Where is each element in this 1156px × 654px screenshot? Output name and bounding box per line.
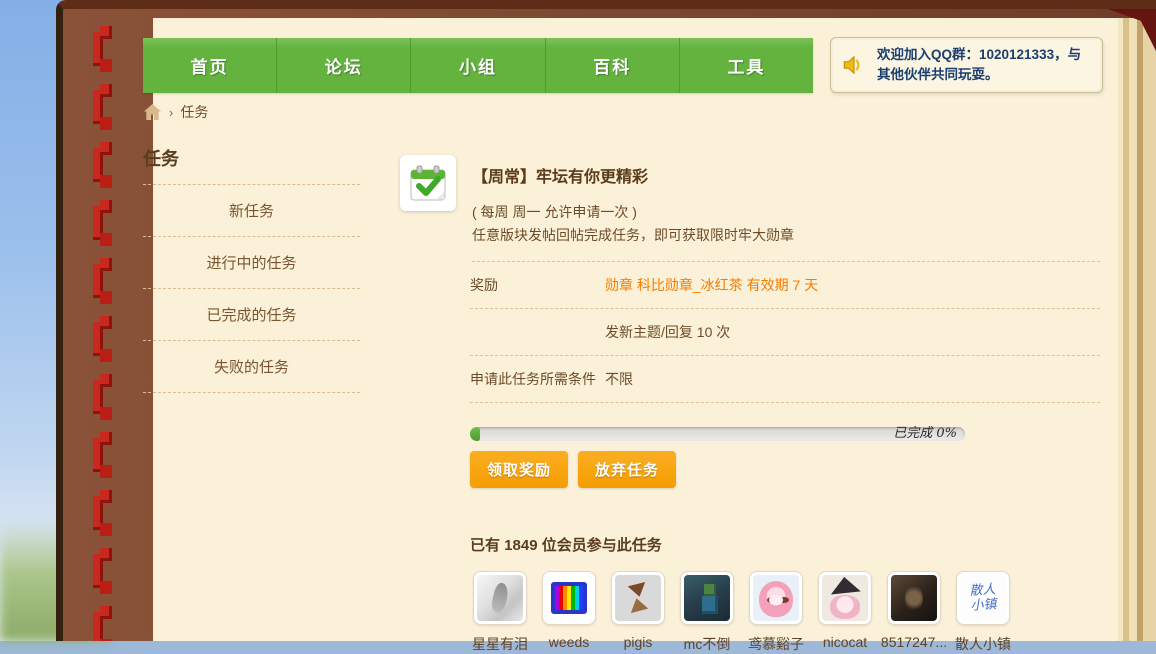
binder-ring (92, 606, 114, 641)
breadcrumb-current: 任务 (180, 102, 208, 122)
detail-value: 不限 (605, 369, 633, 389)
binder-rings (92, 26, 116, 641)
task-schedule-note: ( 每周 周一 允许申请一次 ) (472, 201, 794, 224)
binder-ring (92, 490, 114, 536)
task-header: 【周常】牢坛有你更精彩 ( 每周 周一 允许申请一次 ) 任意版块发帖回帖完成任… (400, 155, 1100, 247)
member-name[interactable]: nicocat (823, 634, 867, 650)
detail-row: 奖励 勋章 科比勋章_冰红茶 有效期 7 天 (470, 262, 1100, 309)
detail-value: 发新主题/回复 10 次 (605, 322, 730, 342)
member-item[interactable]: 散人小镇 散人小镇 (953, 571, 1013, 654)
detail-value: 勋章 科比勋章_冰红茶 有效期 7 天 (605, 275, 818, 295)
task-actions: 领取奖励 放弃任务 (470, 451, 1100, 488)
breadcrumb: › 任务 (143, 102, 208, 122)
detail-label: 奖励 (470, 275, 605, 295)
binder-ring (92, 316, 114, 362)
avatar-image[interactable] (477, 575, 523, 621)
main-nav: 首页 论坛 小组 百科 工具 (143, 38, 813, 93)
avatar-card[interactable] (542, 571, 596, 625)
nav-tab[interactable]: 工具 (680, 38, 813, 93)
qq-announcement: 欢迎加入QQ群：1020121333，与其他伙伴共同玩耍。 (830, 37, 1103, 93)
sidebar-item[interactable]: 进行中的任务 (143, 237, 360, 289)
binder-ring (92, 374, 114, 420)
chevron-separator: › (169, 105, 173, 120)
abandon-task-button[interactable]: 放弃任务 (578, 451, 676, 488)
avatar-card[interactable] (818, 571, 872, 625)
binder-ring (92, 258, 114, 304)
avatar-card[interactable] (887, 571, 941, 625)
member-item[interactable]: 星星有泪 (470, 571, 530, 654)
member-list: 星星有泪 weeds (470, 571, 1100, 654)
binder-ring (92, 142, 114, 188)
avatar-image[interactable] (753, 575, 799, 621)
sidebar-items: 新任务 进行中的任务 已完成的任务 失败的任务 (143, 185, 360, 393)
progress-fill (470, 427, 480, 441)
task-calendar-icon (400, 155, 456, 211)
member-name[interactable]: pigis (624, 634, 653, 650)
member-name[interactable]: 散人小镇 (955, 634, 1011, 654)
task-sidebar: 任务 新任务 进行中的任务 已完成的任务 失败的任务 (143, 145, 360, 393)
member-item[interactable]: 8517247... (884, 571, 944, 654)
book-page-edges (1118, 18, 1156, 641)
detail-row: 发新主题/回复 10 次 (470, 309, 1100, 356)
nav-tab[interactable]: 首页 (143, 38, 277, 93)
avatar-image[interactable] (546, 575, 592, 621)
member-item[interactable]: pigis (608, 571, 668, 654)
avatar-image[interactable] (822, 575, 868, 621)
member-item[interactable]: nicocat (815, 571, 875, 654)
avatar-card[interactable] (680, 571, 734, 625)
task-detail-panel: 【周常】牢坛有你更精彩 ( 每周 周一 允许申请一次 ) 任意版块发帖回帖完成任… (400, 155, 1100, 654)
member-name[interactable]: 8517247... (881, 634, 947, 650)
detail-label (470, 322, 605, 342)
sidebar-title: 任务 (143, 145, 360, 185)
task-description: 任意版块发帖回帖完成任务，即可获取限时牢大勋章 (472, 224, 794, 247)
detail-row: 申请此任务所需条件 不限 (470, 356, 1100, 403)
sidebar-item[interactable]: 已完成的任务 (143, 289, 360, 341)
member-name[interactable]: 星星有泪 (472, 634, 528, 654)
avatar-image[interactable] (684, 575, 730, 621)
avatar-card[interactable] (473, 571, 527, 625)
nav-tab[interactable]: 论坛 (277, 38, 411, 93)
sidebar-item[interactable]: 新任务 (143, 185, 360, 237)
task-title: 【周常】牢坛有你更精彩 (472, 163, 794, 187)
member-name[interactable]: 鸢慕谿子 (748, 634, 804, 654)
avatar-image[interactable] (891, 575, 937, 621)
avatar-image[interactable]: 散人小镇 (960, 575, 1006, 621)
binder-ring (92, 84, 114, 130)
home-icon[interactable] (143, 103, 162, 121)
task-details-table: 奖励 勋章 科比勋章_冰红茶 有效期 7 天 发新主题/回复 10 次 申请此任… (470, 262, 1100, 403)
binder-ring (92, 26, 114, 72)
sidebar-item[interactable]: 失败的任务 (143, 341, 360, 393)
member-item[interactable]: 鸢慕谿子 (746, 571, 806, 654)
avatar-card[interactable] (611, 571, 665, 625)
nav-tab[interactable]: 小组 (411, 38, 545, 93)
progress-label: 已完成 0% (893, 427, 957, 441)
task-text: 【周常】牢坛有你更精彩 ( 每周 周一 允许申请一次 ) 任意版块发帖回帖完成任… (472, 155, 794, 247)
claim-reward-button[interactable]: 领取奖励 (470, 451, 568, 488)
participants-section: 已有 1849 位会员参与此任务 星星有泪 (470, 534, 1100, 654)
qq-announcement-text: 欢迎加入QQ群：1020121333，与其他伙伴共同玩耍。 (877, 45, 1092, 84)
progress-bar: 已完成 0% (470, 427, 965, 441)
binder-ring (92, 200, 114, 246)
avatar-card[interactable] (749, 571, 803, 625)
nav-tab[interactable]: 百科 (546, 38, 680, 93)
binder-ring (92, 432, 114, 478)
member-name[interactable]: mc不倒 (684, 634, 731, 654)
detail-label: 申请此任务所需条件 (470, 369, 605, 389)
member-item[interactable]: mc不倒 (677, 571, 737, 654)
speaker-icon (841, 52, 867, 78)
participants-summary: 已有 1849 位会员参与此任务 (470, 534, 1100, 555)
member-name[interactable]: weeds (549, 634, 589, 650)
member-item[interactable]: weeds (539, 571, 599, 654)
avatar-inner-text: 散人小镇 (966, 582, 1000, 614)
avatar-card[interactable]: 散人小镇 (956, 571, 1010, 625)
binder-ring (92, 548, 114, 594)
avatar-image[interactable] (615, 575, 661, 621)
